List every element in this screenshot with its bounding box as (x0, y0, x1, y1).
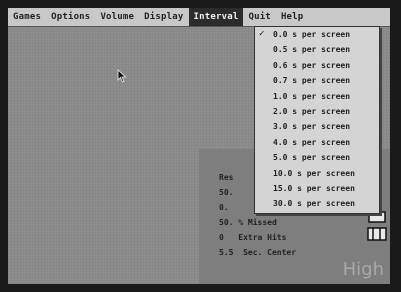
interval-option-label: 30.0 s per screen (273, 199, 355, 209)
stats-missed: 50. % Missed (219, 218, 277, 227)
menu-display[interactable]: Display (139, 8, 188, 26)
interval-option[interactable]: 10.0 s per screen (255, 166, 379, 181)
interval-option[interactable]: 4.0 s per screen (255, 135, 379, 150)
stats-sec-center: 5.5 Sec. Center (219, 248, 297, 257)
interval-option[interactable]: 1.0 s per screen (255, 89, 379, 104)
menu-help[interactable]: Help (276, 8, 308, 26)
interval-option-label: 4.0 s per screen (273, 137, 351, 147)
check-icon: ✓ (259, 29, 265, 39)
interval-option-label: 0.7 s per screen (273, 76, 351, 86)
interval-option[interactable]: 3.0 s per screen (255, 119, 379, 134)
interval-dropdown-menu: ✓ 0.0 s per screen 0.5 s per screen 0.6 s… (254, 26, 380, 214)
interval-option-label: 15.0 s per screen (273, 183, 355, 193)
mouse-pointer-icon (117, 68, 127, 83)
stats-extra-hits: 0 Extra Hits (219, 233, 287, 242)
interval-option-label: 0.6 s per screen (273, 60, 351, 70)
menu-games[interactable]: Games (8, 8, 46, 26)
game-window: Games Options Volume Display Interval Qu… (8, 8, 390, 284)
interval-option[interactable]: 0.7 s per screen (255, 73, 379, 88)
interval-option[interactable]: 2.0 s per screen (255, 104, 379, 119)
stats-line-3: 0. (219, 203, 229, 212)
interval-option-label: 1.0 s per screen (273, 91, 351, 101)
interval-option[interactable]: ✓ 0.0 s per screen (255, 27, 379, 42)
menu-bar: Games Options Volume Display Interval Qu… (8, 8, 390, 27)
interval-option[interactable]: 30.0 s per screen (255, 196, 379, 211)
interval-option-label: 3.0 s per screen (273, 122, 351, 132)
monitor-frame: Games Options Volume Display Interval Qu… (0, 0, 401, 292)
interval-option-label: 0.5 s per screen (273, 45, 351, 55)
interval-option[interactable]: 0.6 s per screen (255, 58, 379, 73)
menu-options[interactable]: Options (46, 8, 95, 26)
stats-line-2: 50. (219, 188, 234, 197)
menu-interval[interactable]: Interval (188, 8, 244, 26)
interval-option[interactable]: 0.5 s per screen (255, 42, 379, 57)
interval-option-label: 0.0 s per screen (273, 30, 351, 39)
interval-option-label: 2.0 s per screen (273, 106, 351, 116)
interval-option[interactable]: 15.0 s per screen (255, 181, 379, 196)
brand-text: High (342, 259, 384, 280)
menu-quit[interactable]: Quit (243, 8, 275, 26)
interval-option-label: 5.0 s per screen (273, 153, 351, 163)
menu-volume[interactable]: Volume (95, 8, 139, 26)
interval-option-label: 10.0 s per screen (273, 168, 355, 178)
interval-option[interactable]: 5.0 s per screen (255, 150, 379, 165)
stats-line-1: Res (219, 173, 234, 182)
